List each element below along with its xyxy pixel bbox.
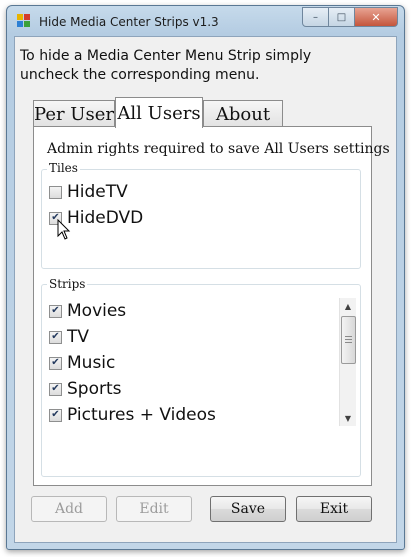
strip-sports[interactable]: ✔ Sports — [49, 379, 122, 399]
strip-tv[interactable]: ✔ TV — [49, 327, 89, 347]
tab-per-user[interactable]: Per User — [33, 100, 115, 127]
tiles-legend: Tiles — [47, 161, 80, 175]
movies-checkbox[interactable]: ✔ — [49, 304, 62, 318]
description-text: To hide a Media Center Menu Strip simply… — [20, 48, 312, 83]
hidetv-label: HideTV — [67, 182, 128, 202]
maximize-button[interactable]: □ — [329, 7, 355, 27]
save-button[interactable]: Save — [210, 496, 286, 522]
app-icon — [17, 14, 31, 28]
scroll-up-arrow-icon[interactable]: ▲ — [340, 298, 356, 314]
strip-music[interactable]: ✔ Music — [49, 353, 115, 373]
strips-legend: Strips — [47, 277, 88, 291]
strip-movies[interactable]: ✔ Movies — [49, 301, 126, 321]
admin-note: Admin rights required to save All Users … — [47, 141, 390, 157]
tab-about[interactable]: About — [203, 100, 283, 127]
add-button[interactable]: Add — [31, 496, 107, 522]
pictures-videos-label: Pictures + Videos — [67, 405, 216, 425]
strip-pictures-videos[interactable]: ✔ Pictures + Videos — [49, 405, 216, 425]
tab-all-users[interactable]: All Users — [115, 97, 203, 128]
scroll-thumb[interactable] — [341, 316, 356, 364]
hidedvd-label: HideDVD — [67, 208, 144, 228]
tv-checkbox[interactable]: ✔ — [49, 330, 62, 344]
edit-button[interactable]: Edit — [116, 496, 192, 522]
strips-scrollbar[interactable]: ▲ ▼ — [339, 298, 356, 426]
caption-buttons: – □ ✕ — [302, 7, 398, 27]
tile-hidetv[interactable]: HideTV — [49, 182, 128, 202]
sports-checkbox[interactable]: ✔ — [49, 382, 62, 396]
scroll-down-arrow-icon[interactable]: ▼ — [340, 410, 356, 426]
music-label: Music — [67, 353, 116, 373]
mouse-cursor-icon — [57, 219, 71, 240]
tv-label: TV — [67, 327, 90, 347]
minimize-button[interactable]: – — [302, 7, 329, 27]
exit-button[interactable]: Exit — [296, 496, 372, 522]
sports-label: Sports — [67, 379, 122, 399]
pictures-videos-checkbox[interactable]: ✔ — [49, 408, 62, 422]
window-title: Hide Media Center Strips v1.3 — [39, 15, 219, 29]
title-bar[interactable]: Hide Media Center Strips v1.3 – □ ✕ — [7, 6, 404, 36]
movies-label: Movies — [67, 301, 127, 321]
close-button[interactable]: ✕ — [355, 7, 398, 27]
hidetv-checkbox[interactable] — [49, 185, 62, 199]
music-checkbox[interactable]: ✔ — [49, 356, 62, 370]
